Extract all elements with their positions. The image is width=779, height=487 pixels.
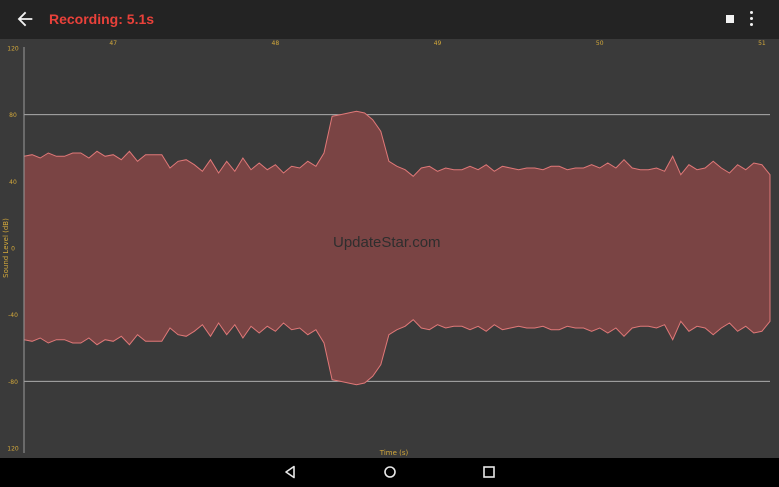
x-tick-label: 51 bbox=[758, 40, 766, 47]
y-tick-label: 120 bbox=[7, 446, 19, 453]
y-tick-label: 0 bbox=[11, 246, 15, 253]
y-axis-label: Sound Level (dB) bbox=[2, 218, 10, 278]
x-tick-label: 49 bbox=[434, 40, 442, 47]
y-tick-label: 40 bbox=[9, 179, 17, 186]
system-nav-bar bbox=[0, 458, 779, 487]
nav-back-icon[interactable] bbox=[283, 465, 297, 479]
more-vert-icon[interactable] bbox=[747, 9, 757, 29]
arrow-left-icon[interactable] bbox=[14, 8, 36, 30]
x-tick-label: 50 bbox=[596, 40, 604, 47]
nav-recents-icon[interactable] bbox=[482, 465, 496, 479]
y-tick-label: 120 bbox=[7, 46, 19, 53]
y-tick-label: 80 bbox=[9, 112, 17, 119]
x-tick-label: 48 bbox=[272, 40, 280, 47]
y-tick-label: -40 bbox=[8, 312, 18, 319]
stop-icon[interactable] bbox=[726, 15, 734, 23]
y-tick-label: -80 bbox=[8, 379, 18, 386]
app-bar: Recording: 5.1s bbox=[0, 0, 779, 39]
x-tick-label: 47 bbox=[109, 40, 117, 47]
page-title: Recording: 5.1s bbox=[49, 11, 155, 27]
nav-home-icon[interactable] bbox=[383, 465, 397, 479]
watermark: UpdateStar.com bbox=[333, 234, 441, 251]
x-axis-label: Time (s) bbox=[379, 449, 409, 457]
